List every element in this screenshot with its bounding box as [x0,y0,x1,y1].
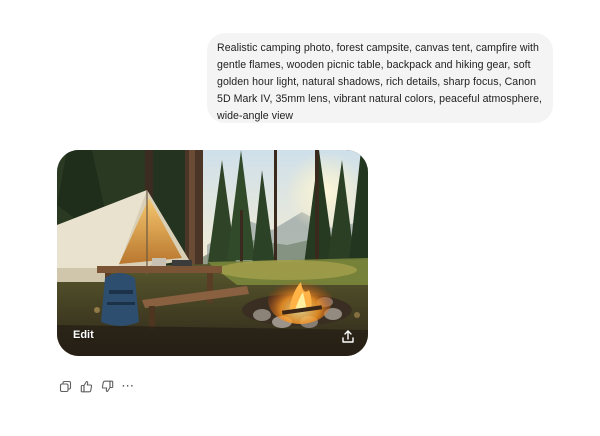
thumbs-up-icon[interactable] [78,378,94,394]
message-actions-bar: ⋯ [57,378,136,394]
copy-icon[interactable] [57,378,73,394]
camping-scene-image [57,150,368,356]
thumbs-down-icon[interactable] [99,378,115,394]
user-message-bubble: Realistic camping photo, forest campsite… [207,33,553,123]
edit-image-button[interactable]: Edit [73,329,94,341]
generated-image-card[interactable]: Edit [57,150,368,356]
more-dots-icon[interactable]: ⋯ [120,378,136,394]
chat-thread: Realistic camping photo, forest campsite… [0,0,600,436]
user-message-text: Realistic camping photo, forest campsite… [217,42,543,123]
share-upload-icon[interactable] [340,329,356,345]
